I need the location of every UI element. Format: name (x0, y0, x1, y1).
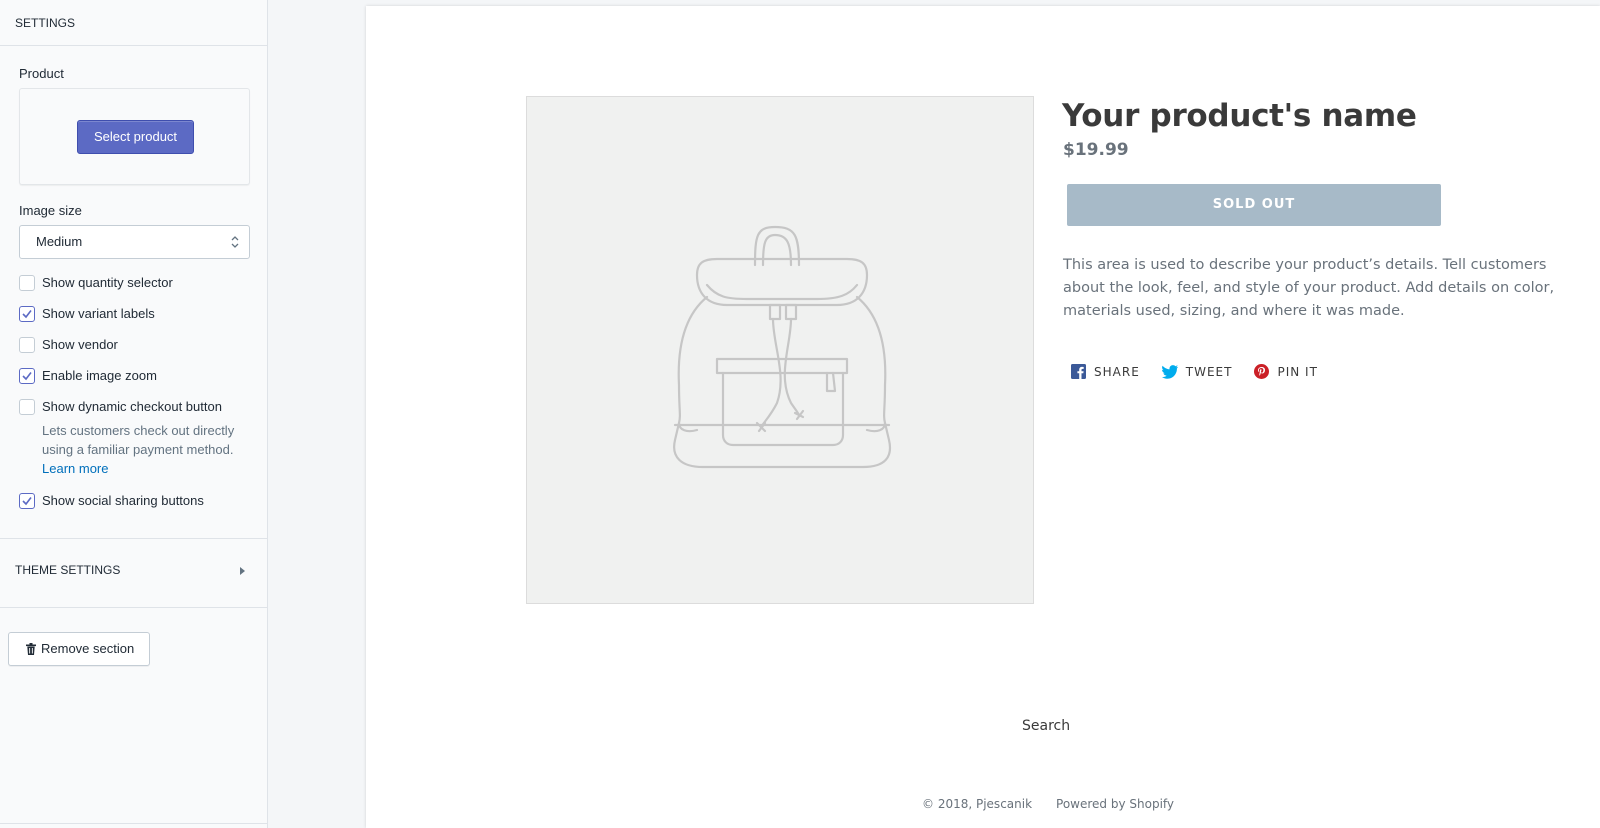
select-arrows-icon (231, 236, 239, 248)
checkmark-icon (22, 372, 32, 381)
checkbox-show-quantity-selector[interactable]: Show quantity selector (19, 275, 248, 291)
product-picker: Select product (19, 88, 250, 185)
product-title: Your product's name (1062, 98, 1417, 134)
checkbox-show-variant-labels[interactable]: Show variant labels (19, 306, 248, 322)
share-twitter-link[interactable]: TWEET (1161, 364, 1233, 379)
checkmark-icon (22, 310, 32, 319)
help-text: Lets customers check out directly using … (42, 423, 235, 457)
image-size-select[interactable]: Medium (19, 225, 250, 259)
facebook-icon (1071, 364, 1086, 379)
image-size-label: Image size (19, 203, 82, 218)
checkbox-show-social-sharing[interactable]: Show social sharing buttons (19, 493, 248, 509)
checkbox-label: Show social sharing buttons (42, 493, 204, 508)
product-settings: Product Select product Image size Medium… (0, 46, 267, 509)
copyright-text: © 2018, Pjescanik (922, 797, 1033, 811)
backpack-icon (673, 225, 892, 469)
checkbox-box[interactable] (19, 399, 35, 415)
theme-preview: Your product's name $19.99 SOLD OUT This… (366, 6, 1600, 828)
tweet-label: TWEET (1185, 364, 1233, 379)
theme-settings-label: THEME SETTINGS (15, 563, 121, 577)
checkbox-box[interactable] (19, 368, 35, 384)
social-sharing: SHARE TWEET PIN IT (1071, 364, 1318, 379)
checkbox-box[interactable] (19, 275, 35, 291)
remove-section-label: Remove section (41, 641, 135, 656)
checkbox-show-dynamic-checkout[interactable]: Show dynamic checkout button (19, 399, 248, 415)
footer-search-link[interactable]: Search (1022, 718, 1070, 734)
product-image-placeholder[interactable] (526, 96, 1034, 604)
settings-sidebar: SETTINGS Product Select product Image si… (0, 0, 268, 828)
checkbox-enable-image-zoom[interactable]: Enable image zoom (19, 368, 248, 384)
trash-icon (26, 643, 36, 655)
twitter-icon (1161, 364, 1178, 379)
learn-more-link[interactable]: Learn more (42, 459, 247, 478)
select-product-button[interactable]: Select product (77, 120, 194, 154)
product-price: $19.99 (1063, 140, 1129, 160)
share-label: SHARE (1094, 364, 1140, 379)
share-pinterest-link[interactable]: PIN IT (1254, 364, 1317, 379)
checkbox-box[interactable] (19, 337, 35, 353)
theme-settings-toggle[interactable]: THEME SETTINGS (0, 538, 268, 608)
checkbox-label: Show quantity selector (42, 275, 173, 290)
checkbox-box[interactable] (19, 306, 35, 322)
checkbox-show-vendor[interactable]: Show vendor (19, 337, 248, 353)
pin-label: PIN IT (1277, 364, 1318, 379)
product-description: This area is used to describe your produ… (1063, 257, 1555, 319)
checkbox-label: Show variant labels (42, 306, 155, 321)
checkbox-label: Show dynamic checkout button (42, 399, 222, 414)
pinterest-icon (1254, 364, 1270, 379)
product-label: Product (19, 66, 64, 81)
divider (0, 823, 268, 824)
checkbox-label: Enable image zoom (42, 368, 157, 383)
share-facebook-link[interactable]: SHARE (1071, 364, 1140, 379)
sold-out-button[interactable]: SOLD OUT (1067, 184, 1441, 226)
checkmark-icon (22, 497, 32, 506)
checkbox-label: Show vendor (42, 337, 118, 352)
image-size-value: Medium (36, 234, 83, 249)
sidebar-header: SETTINGS (0, 0, 267, 46)
caret-right-icon (240, 567, 245, 575)
checkbox-box[interactable] (19, 493, 35, 509)
dynamic-checkout-help: Lets customers check out directly using … (42, 421, 247, 478)
remove-section-button[interactable]: Remove section (8, 632, 150, 666)
powered-by-link[interactable]: Powered by Shopify (1056, 797, 1174, 811)
footer-meta: © 2018, Pjescanik Powered by Shopify (922, 797, 1174, 811)
